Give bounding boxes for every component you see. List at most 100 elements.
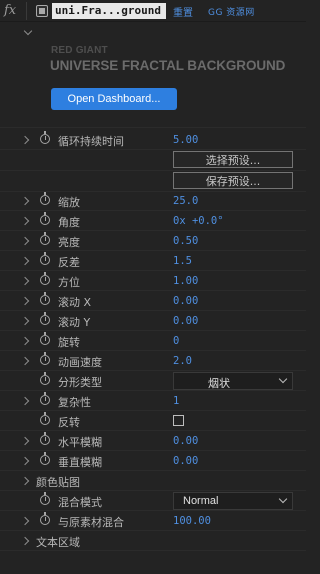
chevron-right-icon[interactable] (20, 516, 30, 526)
chevron-right-icon[interactable] (20, 236, 30, 246)
param-value[interactable]: 5.00 (173, 134, 198, 146)
param-row-loop-duration: 循环持续时间 5.00 (0, 130, 306, 150)
divider (0, 170, 306, 171)
chevron-right-icon[interactable] (20, 296, 30, 306)
stopwatch-icon[interactable] (40, 512, 50, 525)
stopwatch-icon[interactable] (40, 292, 50, 305)
param-row-invert: 反转 (0, 411, 306, 431)
group-label: 文本区域 (36, 536, 80, 549)
param-label: 滚动 X (58, 296, 92, 309)
reset-link[interactable]: 重置 (173, 4, 193, 19)
plugin-title: UNIVERSE FRACTAL BACKGROUND (50, 58, 286, 73)
chevron-down-icon (278, 374, 288, 384)
stopwatch-icon[interactable] (40, 432, 50, 445)
param-value[interactable]: 0.50 (173, 235, 198, 247)
chevron-right-icon[interactable] (20, 216, 30, 226)
save-preset-button[interactable]: 保存预设... (173, 172, 293, 189)
param-value[interactable]: 0.00 (173, 295, 198, 307)
param-row-complexity: 复杂性 1 (0, 391, 306, 411)
param-label: 垂直模糊 (58, 456, 102, 469)
stopwatch-icon[interactable] (40, 492, 50, 505)
stopwatch-icon[interactable] (40, 192, 50, 205)
param-value[interactable]: 0x +0.0° (173, 215, 224, 227)
param-row-rotation: 旋转 0 (0, 331, 306, 351)
param-group-color-map: 颜色贴图 (0, 471, 306, 491)
param-value[interactable]: 1.00 (173, 275, 198, 287)
param-row-contrast: 反差 1.5 (0, 251, 306, 271)
param-label: 水平模糊 (58, 436, 102, 449)
dropdown-value: 烟状 (208, 377, 230, 390)
param-row-anim-speed: 动画速度 2.0 (0, 351, 306, 371)
param-value[interactable]: 0.00 (173, 315, 198, 327)
param-value[interactable]: 25.0 (173, 195, 198, 207)
param-row-brightness: 亮度 0.50 (0, 231, 306, 251)
param-value[interactable]: 0.00 (173, 455, 198, 467)
chevron-right-icon[interactable] (20, 256, 30, 266)
fx-icon[interactable]: fx (4, 3, 16, 18)
stopwatch-icon[interactable] (40, 332, 50, 345)
param-value[interactable]: 2.0 (173, 355, 192, 367)
stopwatch-icon[interactable] (40, 372, 50, 385)
param-row-scroll-y: 滚动 Y 0.00 (0, 311, 306, 331)
header-underline (0, 21, 306, 22)
chevron-right-icon[interactable] (20, 356, 30, 366)
header-divider (26, 2, 27, 20)
param-row-fractal-type: 分形类型 烟状 (0, 371, 306, 391)
select-preset-button[interactable]: 选择预设... (173, 151, 293, 168)
param-group-text-area: 文本区域 (0, 531, 306, 551)
open-dashboard-button[interactable]: Open Dashboard... (51, 88, 177, 110)
vendor-logo: RED GIANT (51, 45, 108, 56)
param-row-scale: 缩放 25.0 (0, 191, 306, 211)
stopwatch-icon[interactable] (40, 252, 50, 265)
stopwatch-icon[interactable] (40, 232, 50, 245)
param-label: 复杂性 (58, 396, 91, 409)
param-label: 循环持续时间 (58, 135, 124, 148)
chevron-down-icon (278, 494, 288, 504)
stopwatch-icon[interactable] (40, 412, 50, 425)
param-label: 缩放 (58, 196, 80, 209)
param-row-h-blur: 水平模糊 0.00 (0, 431, 306, 451)
chevron-right-icon[interactable] (20, 336, 30, 346)
param-value[interactable]: 100.00 (173, 515, 211, 527)
param-label: 动画速度 (58, 356, 102, 369)
blend-mode-dropdown[interactable]: Normal (173, 492, 293, 510)
chevron-right-icon[interactable] (20, 456, 30, 466)
param-row-angle: 角度 0x +0.0° (0, 211, 306, 231)
stopwatch-icon[interactable] (40, 131, 50, 144)
param-label: 方位 (58, 276, 80, 289)
divider (0, 127, 306, 128)
chevron-right-icon[interactable] (20, 316, 30, 326)
watermark-text: GG 资源网 (208, 8, 255, 18)
effect-toggle-icon[interactable] (36, 5, 48, 17)
chevron-right-icon[interactable] (20, 536, 30, 546)
divider (0, 149, 306, 150)
param-label: 亮度 (58, 236, 80, 249)
param-label: 滚动 Y (58, 316, 91, 329)
param-value[interactable]: 1 (173, 395, 179, 407)
stopwatch-icon[interactable] (40, 392, 50, 405)
param-label: 反差 (58, 256, 80, 269)
chevron-right-icon[interactable] (20, 276, 30, 286)
param-label: 混合模式 (58, 496, 102, 509)
stopwatch-icon[interactable] (40, 312, 50, 325)
chevron-right-icon[interactable] (20, 135, 30, 145)
stopwatch-icon[interactable] (40, 452, 50, 465)
effect-name[interactable]: uni.Fra...ground (52, 3, 166, 19)
chevron-right-icon[interactable] (20, 396, 30, 406)
invert-checkbox[interactable] (173, 415, 184, 426)
chevron-down-icon[interactable] (23, 26, 33, 36)
stopwatch-icon[interactable] (40, 272, 50, 285)
param-value[interactable]: 1.5 (173, 255, 192, 267)
param-row-blend-original: 与原素材混合 100.00 (0, 511, 306, 531)
param-row-blend-mode: 混合模式 Normal (0, 491, 306, 511)
param-label: 与原素材混合 (58, 516, 124, 529)
stopwatch-icon[interactable] (40, 352, 50, 365)
chevron-right-icon[interactable] (20, 196, 30, 206)
param-value[interactable]: 0 (173, 335, 179, 347)
chevron-right-icon[interactable] (20, 436, 30, 446)
chevron-right-icon[interactable] (20, 476, 30, 486)
stopwatch-icon[interactable] (40, 212, 50, 225)
group-label: 颜色贴图 (36, 476, 80, 489)
param-value[interactable]: 0.00 (173, 435, 198, 447)
fractal-type-dropdown[interactable]: 烟状 (173, 372, 293, 390)
